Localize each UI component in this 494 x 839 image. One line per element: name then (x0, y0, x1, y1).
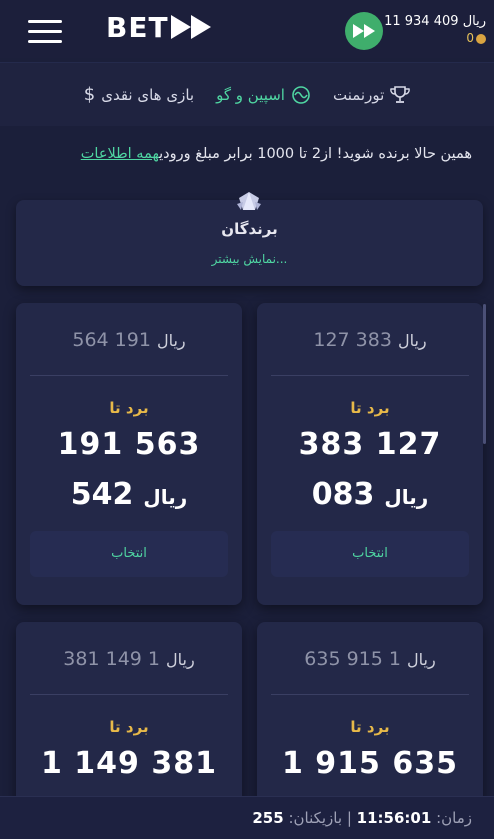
show-more-link[interactable]: نمایش بیشتر... (16, 252, 483, 266)
balance-amount: ریال 409 934 11 (384, 14, 486, 29)
entry-amount: ریال1 915 635 (304, 648, 436, 670)
entry-amount: ریال191 564 (72, 329, 186, 351)
tab-tournament-label: تورنمنت (332, 85, 385, 104)
win-up-to-label: برد تا (350, 399, 390, 417)
info-text: همین حالا برنده شوید! از2 تا 1000 برابر … (159, 146, 472, 162)
divider (271, 375, 469, 376)
win-amount-line2: ریال083 (311, 477, 429, 512)
win-amount-line2: ریال542 (70, 477, 188, 512)
players-value: 255 (252, 809, 284, 827)
tab-spin-and-go-label: اسپین و گو (216, 85, 285, 104)
divider (30, 375, 228, 376)
spin-icon (292, 85, 310, 104)
entry-amount: ریال383 127 (313, 329, 427, 351)
game-card[interactable]: ریال383 127 برد تا 383 127 ریال083 انتخا… (257, 303, 483, 605)
crystal-icon (237, 192, 261, 210)
tab-spin-and-go[interactable]: اسپین و گو (216, 85, 311, 105)
win-amount-line1: 1 915 635 (281, 746, 458, 781)
select-button[interactable]: انتخاب (271, 531, 469, 577)
dollar-icon: $ (83, 84, 96, 105)
divider (30, 694, 228, 695)
entry-amount: ریال1 149 381 (63, 648, 195, 670)
info-line: همین حالا برنده شوید! از2 تا 1000 برابر … (12, 146, 472, 162)
bonus-amount: 0 (466, 31, 474, 45)
logo-text: BET (106, 10, 169, 44)
win-amount-line1: 383 127 (298, 427, 442, 462)
players-label: بازیکنان: (288, 809, 343, 827)
win-up-to-label: برد تا (109, 399, 149, 417)
win-amount-line1: 191 563 (57, 427, 201, 462)
winners-card[interactable]: برندگان نمایش بیشتر... (16, 192, 483, 286)
fast-forward-icon (353, 24, 375, 38)
fast-forward-logo-icon (170, 15, 211, 39)
win-up-to-label: برد تا (109, 718, 149, 736)
all-info-link[interactable]: همه اطلاعات (81, 146, 159, 162)
win-up-to-label: برد تا (350, 718, 390, 736)
select-button[interactable]: انتخاب (30, 531, 228, 577)
time-value: 11:56:01 (356, 809, 432, 827)
scrollbar[interactable] (483, 304, 486, 444)
tab-tournament[interactable]: تورنمنت (332, 85, 411, 104)
tab-cash-games[interactable]: بازی های نقدی $ (84, 84, 194, 105)
time-label: زمان: (436, 809, 472, 827)
game-tabs: تورنمنت اسپین و گو بازی های نقدی $ (0, 62, 494, 126)
coin-icon (476, 33, 486, 44)
fast-forward-button[interactable] (345, 12, 383, 50)
trophy-icon (390, 85, 411, 103)
winners-title: برندگان (221, 220, 278, 238)
menu-icon[interactable] (28, 20, 62, 43)
tab-cash-games-label: بازی های نقدی (101, 85, 195, 104)
game-card[interactable]: ریال191 564 برد تا 191 563 ریال542 انتخا… (16, 303, 242, 605)
top-bar: BET ریال 409 934 11 0 (0, 0, 494, 58)
win-amount-line1: 1 149 381 (40, 746, 217, 781)
separator: | (342, 809, 352, 827)
status-footer: زمان: 11:56:01 | بازیکنان: 255 (0, 796, 494, 839)
balance-display[interactable]: ریال 409 934 11 0 (384, 14, 486, 46)
divider (271, 694, 469, 695)
logo[interactable]: BET (106, 10, 213, 44)
